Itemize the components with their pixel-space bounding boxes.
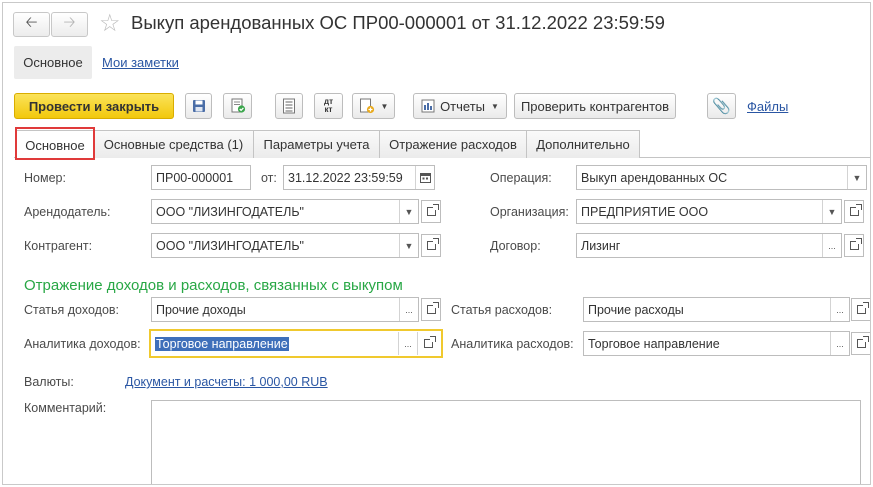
expense-item-value: Прочие расходы [588,302,684,317]
contract-label: Договор: [490,239,541,253]
chevron-down-icon[interactable]: ▼ [822,200,841,223]
open-icon [856,302,869,314]
income-item-value: Прочие доходы [156,302,246,317]
organization-field[interactable]: ПРЕДПРИЯТИЕ ООО ▼ [576,199,842,224]
tab-accounting-params[interactable]: Параметры учета [253,130,380,158]
comment-label: Комментарий: [24,401,107,415]
expense-analytics-value: Торговое направление [588,336,720,351]
credit-label: кт [324,105,333,114]
open-income-item-button[interactable] [421,298,441,321]
reports-menu-button[interactable]: Отчеты ▼ [413,93,507,119]
income-item-field[interactable]: Прочие доходы ... [151,297,419,322]
open-icon [426,302,439,314]
favorite-star-icon[interactable]: ☆ [99,9,121,38]
open-icon [849,204,862,216]
open-icon [424,336,436,348]
number-value: ПР00-000001 [156,170,234,185]
organization-label: Организация: [490,205,569,219]
back-button[interactable]: 🡠 [13,12,50,37]
open-counterparty-button[interactable] [421,234,441,257]
lessor-label: Арендодатель: [24,205,111,219]
tab-additional[interactable]: Дополнительно [526,130,640,158]
attach-file-button[interactable]: 📎 [707,93,736,119]
reports-label: Отчеты [440,98,485,114]
income-item-label: Статья доходов: [24,303,120,317]
open-income-analytics-button[interactable] [417,332,439,355]
income-analytics-label: Аналитика доходов: [24,337,141,351]
post-button[interactable] [223,93,252,119]
floppy-disk-icon [192,100,205,112]
calendar-icon[interactable] [415,166,434,189]
open-lessor-button[interactable] [421,200,441,223]
income-analytics-field[interactable]: Торговое направление ... [149,329,443,358]
post-document-icon [231,98,245,113]
files-link[interactable]: Файлы [747,99,788,114]
lessor-field[interactable]: ООО "ЛИЗИНГОДАТЕЛЬ" ▼ [151,199,419,224]
ellipsis-icon[interactable]: ... [398,332,417,355]
selected-text: Торговое направление [155,336,289,351]
section-main[interactable]: Основное [14,46,92,79]
tab-expenses[interactable]: Отражение расходов [379,130,527,158]
chevron-down-icon: ▼ [380,101,389,111]
open-icon [426,204,439,216]
expense-analytics-label: Аналитика расходов: [451,337,574,351]
tab-fixed-assets[interactable]: Основные средства (1) [93,130,254,158]
chevron-down-icon: ▼ [491,101,499,111]
dt-kt-button[interactable]: дт кт [314,93,343,119]
date-value: 31.12.2022 23:59:59 [288,170,403,185]
operation-select[interactable]: Выкуп арендованных ОС ▼ [576,165,867,190]
expense-analytics-field[interactable]: Торговое направление ... [583,331,850,356]
number-field[interactable]: ПР00-000001 [151,165,251,190]
ellipsis-icon[interactable]: ... [830,298,849,321]
save-button[interactable] [185,93,212,119]
lessor-value: ООО "ЛИЗИНГОДАТЕЛЬ" [156,204,304,219]
comment-textarea[interactable] [151,400,861,484]
currency-label: Валюты: [24,375,74,389]
number-label: Номер: [24,171,66,185]
expense-item-field[interactable]: Прочие расходы ... [583,297,850,322]
open-icon [426,238,439,250]
create-based-on-button[interactable]: ▼ [352,93,395,119]
date-field[interactable]: 31.12.2022 23:59:59 [283,165,435,190]
income-analytics-value: Торговое направление [151,336,398,351]
counterparty-label: Контрагент: [24,239,93,253]
list-icon [283,98,295,114]
counterparty-value: ООО "ЛИЗИНГОДАТЕЛЬ" [156,238,304,253]
open-organization-button[interactable] [844,200,864,223]
contract-value: Лизинг [581,238,621,253]
forward-button[interactable]: 🡢 [51,12,88,37]
ellipsis-icon[interactable]: ... [399,298,418,321]
chevron-down-icon[interactable]: ▼ [399,234,418,257]
section-notes-link[interactable]: Мои заметки [102,55,179,70]
document-list-button[interactable] [275,93,303,119]
report-icon [421,99,435,113]
arrow-left-icon: 🡠 [25,14,38,31]
contract-field[interactable]: Лизинг ... [576,233,842,258]
arrow-right-icon: 🡢 [63,14,76,31]
organization-value: ПРЕДПРИЯТИЕ ООО [581,204,709,219]
ellipsis-icon[interactable]: ... [830,332,849,355]
chevron-down-icon[interactable]: ▼ [847,166,866,189]
open-contract-button[interactable] [844,234,864,257]
post-and-close-button[interactable]: Провести и закрыть [14,93,174,119]
ellipsis-icon[interactable]: ... [822,234,841,257]
currency-link[interactable]: Документ и расчеты: 1 000,00 RUB [125,375,328,389]
operation-label: Операция: [490,171,552,185]
open-icon [849,238,862,250]
open-expense-item-button[interactable] [851,298,870,321]
counterparty-field[interactable]: ООО "ЛИЗИНГОДАТЕЛЬ" ▼ [151,233,419,258]
tab-main[interactable]: Основное [16,130,94,159]
check-counterparties-button[interactable]: Проверить контрагентов [514,93,676,119]
paperclip-icon: 📎 [712,98,731,115]
document-add-icon [359,98,374,114]
chevron-down-icon[interactable]: ▼ [399,200,418,223]
expense-item-label: Статья расходов: [451,303,553,317]
operation-value: Выкуп арендованных ОС [581,170,728,185]
date-label: от: [261,171,277,185]
open-expense-analytics-button[interactable] [851,332,870,355]
open-icon [856,336,869,348]
document-window: 🡠 🡢 ☆ Выкуп арендованных ОС ПР00-000001 … [2,2,871,485]
window-title: Выкуп арендованных ОС ПР00-000001 от 31.… [131,12,665,33]
income-expense-section-title: Отражение доходов и расходов, связанных … [24,277,403,294]
